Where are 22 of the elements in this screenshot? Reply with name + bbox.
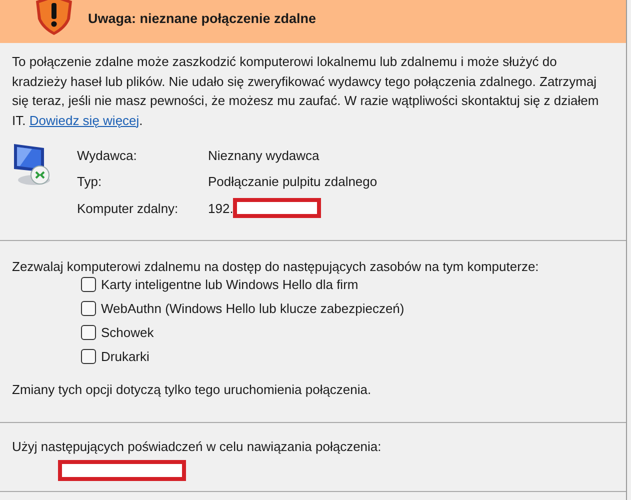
checkbox[interactable]	[81, 348, 96, 364]
checkbox[interactable]	[81, 324, 96, 340]
warning-shield-icon	[34, 0, 74, 34]
checkbox-label: Karty inteligentne lub Windows Hello dla firm	[101, 276, 358, 292]
learn-more-link[interactable]: Dowiedz się więcej	[29, 112, 140, 128]
field-label: Wydawca:	[77, 148, 138, 163]
checkbox-label: WebAuthn (Windows Hello lub klucze zabezpieczeń)	[101, 300, 404, 316]
resources-prompt: Zezwalaj komputerowi zdalnemu na dostęp do następujących zasobów na tym komputerze:	[12, 259, 540, 274]
credentials-prompt: Użyj następujących poświadczeń w celu nawiązania połączenia:	[12, 439, 382, 454]
checkbox-label: Schowek	[101, 324, 154, 340]
checkbox[interactable]	[81, 276, 96, 292]
field-label: Komputer zdalny:	[77, 200, 180, 216]
field-label: Typ:	[77, 174, 103, 190]
field-value: Podłączanie pulpitu zdalnego	[208, 174, 378, 190]
field-value: 192.	[208, 200, 234, 216]
checkbox-label: Drukarki	[101, 348, 150, 364]
checkbox[interactable]	[81, 300, 96, 316]
remote-desktop-icon	[12, 142, 52, 188]
warning-text: To połączenie zdalne może zaszkodzić komputerowi lokalnemu lub zdalnemu i może służyć do kradzieży haseł lub plików. Nie udało się zweryfikować wydawcy tego połączenia zdalnego. Zatrzymaj się teraz, jeśli nie masz pewności, że możesz mu zaufać. W razie wątpliwości skontaktuj się z działem IT. Dowiedz się więcej.	[12, 53, 600, 130]
field-value: Nieznany wydawca	[208, 148, 320, 163]
dialog-title: Uwaga: nieznane połączenie zdalne	[88, 11, 316, 26]
note-text: Zmiany tych opcji dotyczą tylko tego uruchomienia połączenia.	[12, 382, 372, 397]
